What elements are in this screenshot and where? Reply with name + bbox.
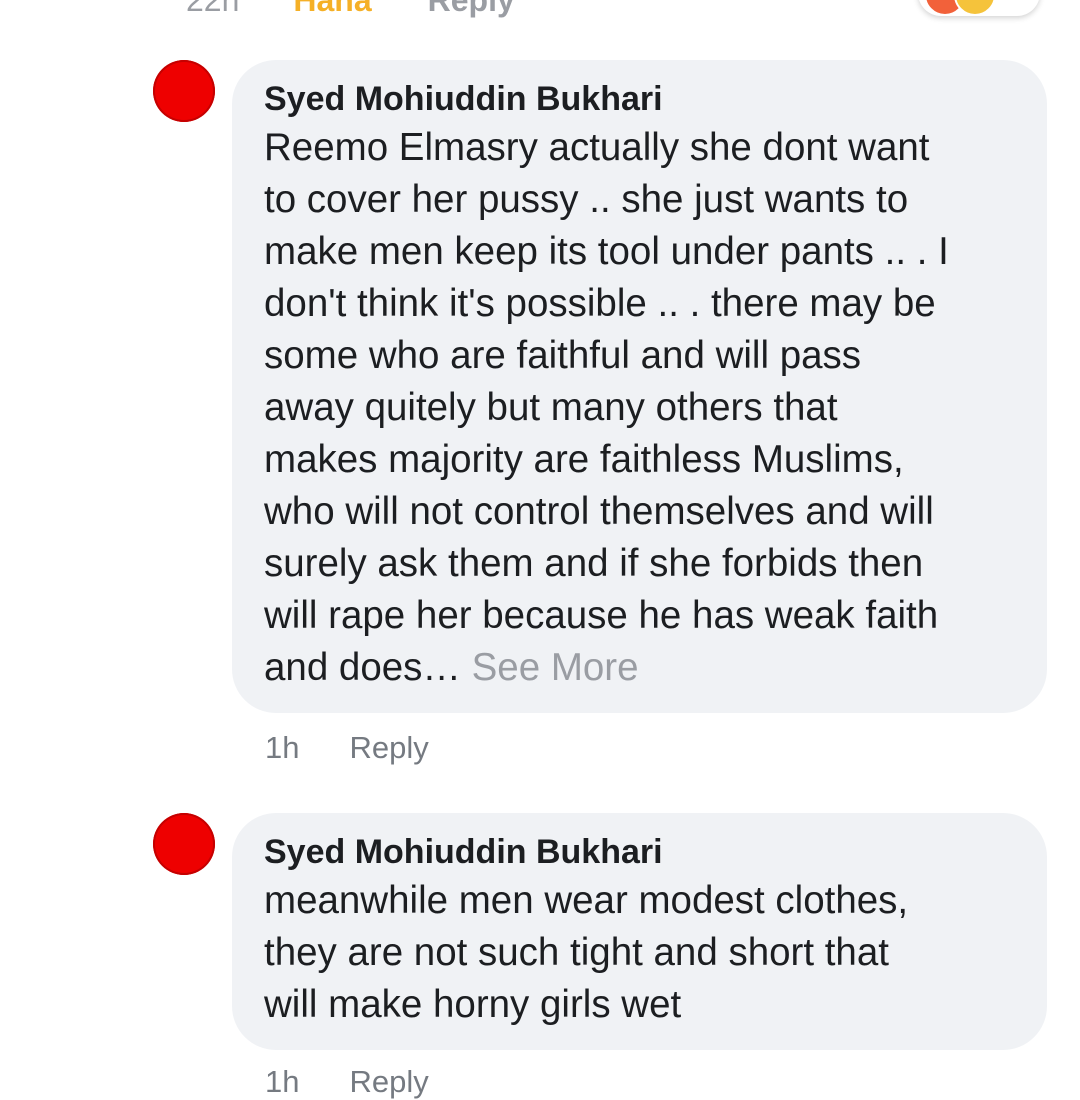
reply-button[interactable]: Reply bbox=[349, 730, 428, 766]
comment-bubble[interactable]: Syed Mohiuddin Bukhari Reemo Elmasry act… bbox=[232, 60, 1047, 713]
comment-bubble[interactable]: Syed Mohiuddin Bukhari meanwhile men wea… bbox=[232, 813, 1047, 1050]
comment-author[interactable]: Syed Mohiuddin Bukhari bbox=[264, 829, 1015, 875]
reply-button[interactable]: Reply bbox=[349, 1064, 428, 1100]
comment-meta: 1h Reply bbox=[265, 1064, 429, 1100]
reply-button[interactable]: Reply bbox=[428, 0, 515, 19]
previous-comment-meta: 22h Haha Reply bbox=[186, 0, 515, 22]
comment-time: 22h bbox=[186, 0, 239, 19]
sad-emoji-icon bbox=[954, 0, 996, 16]
avatar[interactable] bbox=[153, 60, 215, 122]
comment-time: 1h bbox=[265, 730, 300, 765]
comment-time: 1h bbox=[265, 1064, 300, 1099]
haha-reaction-label[interactable]: Haha bbox=[293, 0, 371, 19]
comment-text-body: Reemo Elmasry actually she dont want to … bbox=[264, 126, 949, 689]
comment-text: Reemo Elmasry actually she dont want to … bbox=[264, 122, 1015, 694]
comment-text: meanwhile men wear modest clothes, they … bbox=[264, 879, 909, 1026]
avatar[interactable] bbox=[153, 813, 215, 875]
comment-author[interactable]: Syed Mohiuddin Bukhari bbox=[264, 76, 1015, 122]
see-more-link[interactable]: See More bbox=[472, 646, 639, 689]
comment-meta: 1h Reply bbox=[265, 730, 429, 766]
reaction-summary[interactable] bbox=[918, 0, 1040, 16]
